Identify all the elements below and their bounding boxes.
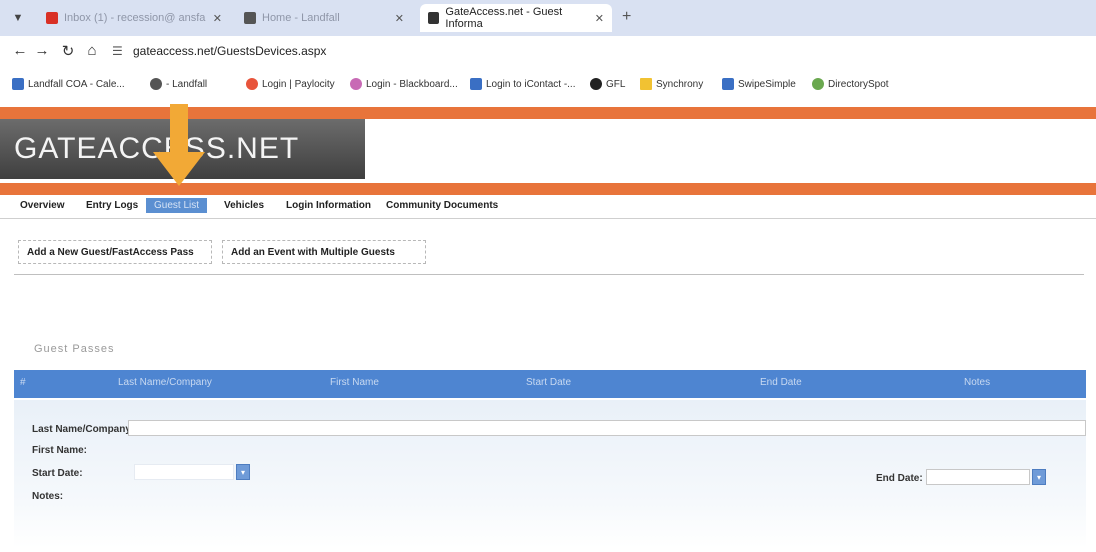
notes-label: Notes:	[32, 491, 64, 502]
section-title: Guest Passes	[34, 343, 115, 355]
bookmark-favicon-icon	[350, 78, 362, 90]
nav-tab-vehicles[interactable]: Vehicles	[224, 200, 264, 211]
column-header-notes[interactable]: Notes	[964, 377, 990, 388]
bookmark-label: Login | Paylocity	[262, 78, 335, 90]
last-name-label: Last Name/Company:	[32, 424, 135, 435]
start-date-input[interactable]	[134, 464, 234, 480]
bookmark-label: Login to iContact -...	[486, 78, 576, 90]
bookmark-label: Landfall COA - Cale...	[28, 78, 125, 90]
bookmark-label: GFL	[606, 78, 626, 90]
divider	[14, 274, 1084, 275]
browser-tab-strip: ▼ Inbox (1) - recession@ ansfa ✕ Home - …	[0, 0, 1096, 36]
bookmark-favicon-icon	[150, 78, 162, 90]
site-banner-background	[365, 119, 1096, 179]
back-icon[interactable]: ←	[10, 42, 30, 59]
bookmark-item[interactable]: DirectorySpot	[812, 78, 889, 90]
site-favicon-icon	[244, 12, 256, 24]
end-date-label: End Date:	[876, 473, 923, 484]
nav-tab-guest-list[interactable]: Guest List	[146, 198, 208, 213]
bookmark-item[interactable]: - Landfall	[150, 78, 207, 90]
bookmark-item[interactable]: Landfall COA - Cale...	[12, 78, 125, 90]
tab-label: Inbox (1) - recession@ ansfa	[64, 12, 206, 24]
guest-grid-header: # Last Name/Company First Name Start Dat…	[14, 370, 1086, 398]
site-nav: Overview Entry Logs Guest List Vehicles …	[0, 196, 1096, 219]
home-icon[interactable]: ⌂	[82, 42, 102, 59]
last-name-input[interactable]	[128, 420, 1086, 436]
start-date-label: Start Date:	[32, 468, 83, 479]
new-tab-button[interactable]: +	[622, 8, 631, 26]
column-header-number[interactable]: #	[20, 377, 26, 388]
bookmark-favicon-icon	[12, 78, 24, 90]
nav-tab-entry-logs[interactable]: Entry Logs	[86, 200, 138, 211]
bookmark-favicon-icon	[590, 78, 602, 90]
tab-label: GateAccess.net - Guest Informa	[445, 6, 563, 30]
header-orange-bar-top	[0, 107, 1096, 119]
column-header-end-date[interactable]: End Date	[760, 377, 802, 388]
bookmark-label: SwipeSimple	[738, 78, 796, 90]
browser-tab-home[interactable]: Home - Landfall ✕	[236, 4, 412, 32]
nav-tab-community-documents[interactable]: Community Documents	[386, 200, 498, 211]
forward-icon[interactable]: →	[32, 42, 52, 59]
browser-tab-gateaccess[interactable]: GateAccess.net - Guest Informa ✕	[420, 4, 612, 32]
site-favicon-icon	[428, 12, 440, 24]
end-date-input[interactable]	[926, 469, 1030, 485]
bookmark-item[interactable]: Login | Paylocity	[246, 78, 335, 90]
bookmark-item[interactable]: Login to iContact -...	[470, 78, 576, 90]
add-guest-button[interactable]: Add a New Guest/FastAccess Pass	[18, 240, 212, 264]
new-guest-form: Last Name/Company: First Name: Start Dat…	[14, 400, 1086, 548]
close-icon[interactable]: ✕	[213, 12, 222, 25]
annotation-arrow-shaft	[170, 104, 188, 154]
close-icon[interactable]: ✕	[395, 12, 404, 25]
bookmark-favicon-icon	[246, 78, 258, 90]
bookmark-label: DirectorySpot	[828, 78, 889, 90]
site-info-icon[interactable]: ☰	[112, 44, 123, 58]
tab-search-dropdown-icon[interactable]: ▼	[8, 8, 28, 28]
bookmark-label: Synchrony	[656, 78, 704, 90]
url-field[interactable]: gateaccess.net/GuestsDevices.aspx	[133, 44, 326, 58]
bookmark-favicon-icon	[640, 78, 652, 90]
browser-tab-inbox[interactable]: Inbox (1) - recession@ ansfa ✕	[38, 4, 230, 32]
bookmark-item[interactable]: GFL	[590, 78, 625, 90]
add-event-button[interactable]: Add an Event with Multiple Guests	[222, 240, 426, 264]
first-name-label: First Name:	[32, 445, 88, 456]
column-header-first-name[interactable]: First Name	[330, 377, 379, 388]
bookmark-favicon-icon	[470, 78, 482, 90]
bookmark-item[interactable]: Synchrony	[640, 78, 703, 90]
bookmark-item[interactable]: Login - Blackboard...	[350, 78, 458, 90]
nav-tab-login-information[interactable]: Login Information	[286, 200, 371, 211]
bookmark-favicon-icon	[722, 78, 734, 90]
column-header-start-date[interactable]: Start Date	[526, 377, 571, 388]
reload-icon[interactable]: ↻	[58, 42, 78, 60]
calendar-icon[interactable]: ▾	[236, 464, 250, 480]
nav-tab-overview[interactable]: Overview	[20, 200, 64, 211]
bookmark-favicon-icon	[812, 78, 824, 90]
bookmark-item[interactable]: SwipeSimple	[722, 78, 796, 90]
column-header-last-name[interactable]: Last Name/Company	[118, 377, 212, 388]
arrow-down-icon	[153, 152, 205, 186]
close-icon[interactable]: ✕	[595, 12, 604, 25]
bookmark-label: Login - Blackboard...	[366, 78, 458, 90]
address-bar-row: ← → ↻ ⌂ ☰ gateaccess.net/GuestsDevices.a…	[0, 36, 1096, 68]
bookmark-label: - Landfall	[166, 78, 208, 90]
tab-label: Home - Landfall	[262, 12, 340, 24]
gmail-icon	[46, 12, 58, 24]
calendar-icon[interactable]: ▾	[1032, 469, 1046, 485]
bookmarks-bar: Landfall COA - Cale... - Landfall Login …	[0, 70, 1096, 100]
